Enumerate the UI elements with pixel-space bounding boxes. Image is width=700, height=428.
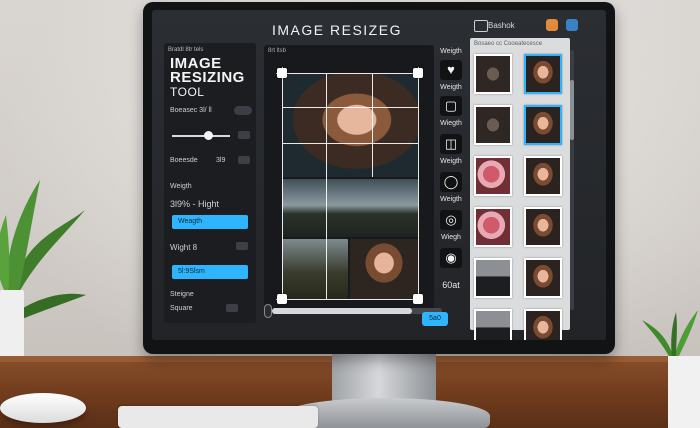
crop-frame-right (418, 67, 419, 303)
scale-slider-track[interactable] (172, 135, 230, 137)
app-title: IMAGE RESIZEG (272, 22, 402, 38)
crop-handle-top-right[interactable] (413, 68, 423, 78)
thumbnail-portrait[interactable] (524, 54, 562, 94)
shape-icon[interactable]: ◉ (440, 248, 462, 268)
crop-grid-horizontal-2 (282, 143, 418, 144)
thumbnail-suit[interactable] (474, 258, 512, 298)
tool-label-6: Wiegh (441, 234, 461, 241)
zoom-scrubber-fill (272, 308, 412, 314)
tool-label-1: Weigth (440, 48, 462, 55)
app-screen: IMAGE RESIZEG Bashok Bratdl 8tr tels IMA… (152, 10, 606, 340)
panel-breadcrumb: Bratdl 8tr tels (168, 47, 204, 53)
plant-right (642, 310, 698, 358)
lock-icon[interactable]: ◎ (440, 210, 462, 230)
width-button[interactable]: Weagth (172, 215, 248, 229)
app-badge-icon[interactable] (546, 19, 558, 31)
option-label-1[interactable]: Steigne (170, 291, 194, 298)
thumbnail-dark[interactable] (474, 105, 512, 145)
zoom-scrubber-knob[interactable] (264, 304, 272, 318)
crop-handle-bottom-right[interactable] (413, 294, 423, 304)
tool-label-2: Weigth (440, 84, 462, 91)
thumbnail-dark[interactable] (474, 54, 512, 94)
thumbnail-portrait[interactable] (524, 258, 562, 298)
plant-pot-left (0, 290, 24, 360)
tool-label-3: Wiegth (440, 120, 462, 127)
monitor-icon[interactable] (474, 20, 488, 32)
circle-icon[interactable]: ◯ (440, 172, 462, 192)
plant-pot-right (668, 356, 700, 428)
thumbnail-portrait[interactable] (524, 156, 562, 196)
crop-frame-left (282, 67, 283, 303)
main-portrait-image[interactable] (282, 73, 418, 177)
gallery-header: Bosaeo cc Cooeatecesce (474, 41, 543, 47)
zoom-scrubber-track[interactable] (272, 308, 442, 314)
crop-handle-top-left[interactable] (277, 68, 287, 78)
preset-button[interactable]: 5l:9Slsm (172, 265, 248, 279)
small-portrait-image[interactable] (350, 239, 418, 299)
panel-title: IMAGE RESIZING TOOL (170, 56, 256, 99)
heart-icon[interactable]: ♥ (440, 60, 462, 80)
crop-frame-bottom (276, 299, 420, 300)
tool-label-4: Weigth (440, 158, 462, 165)
scenery-image[interactable] (282, 239, 348, 299)
weight-dropdown[interactable]: Weigth (170, 183, 192, 190)
scale-slider-knob[interactable] (204, 131, 213, 140)
thumbnail-flower[interactable] (474, 207, 512, 247)
monitor-bezel: IMAGE RESIZEG Bashok Bratdl 8tr tels IMA… (143, 2, 615, 354)
thumbnail-portrait[interactable] (524, 207, 562, 247)
tool-label-7: 60at (442, 280, 460, 290)
crop-grid-vertical-2 (372, 73, 373, 177)
computer-mouse (0, 393, 86, 423)
size-value: 3l9% - Hight (170, 199, 220, 209)
thumbnail-gallery: Bosaeo cc Cooeatecesce (470, 38, 570, 340)
dimension-field-value[interactable]: 3l9 (216, 157, 225, 164)
canvas-label: 8rt ltsb (268, 48, 287, 54)
settings-panel: Bratdl 8tr tels IMAGE RESIZING TOOL Boea… (164, 43, 256, 323)
landscape-image[interactable] (282, 179, 418, 237)
top-dimension-row: Boeasec 3l/ ll (170, 107, 212, 114)
option-2-button[interactable] (226, 304, 238, 312)
tool-label-5: Weigth (440, 196, 462, 203)
option-label-2[interactable]: Square (170, 305, 193, 312)
weight-row: Wight 8 (170, 243, 198, 252)
gallery-scrollbar-thumb[interactable] (570, 80, 574, 140)
keyboard (118, 406, 318, 428)
image-canvas[interactable]: 8rt ltsb (264, 45, 434, 313)
thumbnail-portrait[interactable] (524, 309, 562, 340)
crop-icon[interactable]: ▢ (440, 96, 462, 116)
crop-frame-top (276, 73, 420, 74)
tool-strip: Weigth ♥ Weigth ▢ Wiegth ◫ Weigth ◯ Weig… (436, 46, 464, 318)
thumbnail-flower[interactable] (474, 156, 512, 196)
thumbnail-portrait[interactable] (524, 105, 562, 145)
settings-icon[interactable] (566, 19, 578, 31)
slider-step-button[interactable] (238, 131, 250, 139)
dimension-field-button[interactable] (238, 156, 250, 164)
thumbnail-suit[interactable] (474, 309, 512, 340)
frame-icon[interactable]: ◫ (440, 134, 462, 154)
panel-title-line3: TOOL (170, 85, 205, 99)
panel-title-line2: RESIZING (170, 69, 245, 86)
monitor-stand-neck (332, 346, 436, 402)
aspect-toggle[interactable] (234, 106, 252, 115)
crop-grid-horizontal-1 (282, 107, 418, 108)
crop-handle-bottom-left[interactable] (277, 294, 287, 304)
dimension-field-label: Boeesde (170, 157, 198, 164)
weight-row-button[interactable] (236, 242, 248, 250)
account-label[interactable]: Bashok (488, 21, 515, 30)
